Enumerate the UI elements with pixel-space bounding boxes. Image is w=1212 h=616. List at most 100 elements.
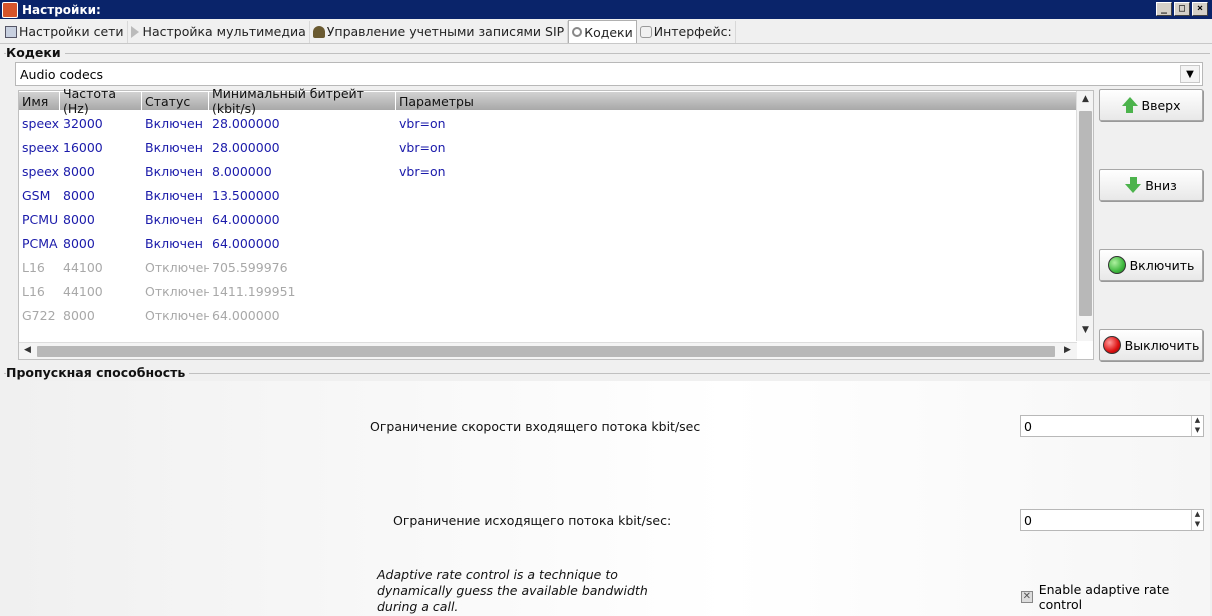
cell-rate: 8000 (63, 187, 95, 203)
cell-bitrate: 64.000000 (212, 235, 280, 251)
move-up-label: Вверх (1141, 97, 1181, 113)
cell-bitrate: 13.500000 (212, 187, 280, 203)
table-header: Имя Частота (Hz) Статус Минимальный битр… (19, 86, 1077, 116)
app-icon (2, 1, 18, 18)
table-row[interactable]: L16 44100 Отключен 1411.199951 (19, 279, 1077, 303)
tab-codecs[interactable]: Кодеки (568, 20, 637, 43)
table-body: speex 32000 Включен 28.000000 vbr=on spe… (19, 111, 1077, 327)
adaptive-rate-note: Adaptive rate control is a technique to … (377, 567, 648, 614)
cell-rate: 16000 (63, 139, 103, 155)
cell-name: G722 (22, 307, 56, 323)
tab-interface[interactable]: Интерфейс: (637, 20, 736, 43)
vertical-scroll-thumb[interactable] (1079, 111, 1092, 316)
network-icon (5, 25, 17, 38)
cell-status: Отключен (145, 283, 209, 299)
cell-rate: 8000 (63, 235, 95, 251)
close-button[interactable]: × (1192, 2, 1208, 16)
column-header-rate[interactable]: Частота (Hz) (60, 86, 142, 116)
codecs-group-line (4, 53, 1210, 54)
red-circle-icon (1102, 336, 1121, 354)
cell-params: vbr=on (399, 139, 446, 155)
table-row[interactable]: PCMU 8000 Включен 64.000000 (19, 207, 1077, 231)
column-header-name[interactable]: Имя (19, 92, 60, 110)
codecs-group-title: Кодеки (6, 45, 65, 60)
interface-icon (639, 25, 652, 38)
codec-type-select[interactable]: Audio codecs ▼ (15, 62, 1203, 86)
column-header-params[interactable]: Параметры (396, 92, 1077, 110)
codecs-table: Имя Частота (Hz) Статус Минимальный битр… (18, 86, 1094, 360)
outgoing-limit-label: Ограничение исходящего потока kbit/sec: (393, 513, 672, 528)
cell-rate: 8000 (63, 211, 95, 227)
outgoing-limit-spinner[interactable]: 0 ▲ ▼ (1020, 509, 1204, 531)
table-row[interactable]: speex 8000 Включен 8.000000 vbr=on (19, 159, 1077, 183)
maximize-button[interactable]: □ (1174, 2, 1190, 16)
column-header-status[interactable]: Статус (142, 92, 209, 110)
outgoing-limit-value: 0 (1024, 512, 1032, 528)
scroll-up-icon[interactable]: ▲ (1077, 94, 1094, 104)
tab-multimedia[interactable]: Настройка мультимедиа (128, 20, 310, 43)
move-down-button[interactable]: Вниз (1099, 169, 1203, 201)
incoming-limit-spinner[interactable]: 0 ▲ ▼ (1020, 415, 1204, 437)
codec-type-value: Audio codecs (20, 66, 104, 82)
tab-network-settings[interactable]: Настройки сети (2, 20, 128, 43)
scroll-right-icon[interactable]: ▶ (1059, 345, 1076, 355)
spinner-buttons[interactable]: ▲ ▼ (1191, 510, 1203, 530)
users-icon (312, 25, 325, 38)
cell-status: Включен (145, 115, 203, 131)
minimize-button[interactable]: _ (1156, 2, 1172, 16)
cell-rate: 32000 (63, 115, 103, 131)
disable-label: Выключить (1124, 337, 1200, 353)
cell-rate: 8000 (63, 307, 95, 323)
spinner-buttons[interactable]: ▲ ▼ (1191, 416, 1203, 436)
cell-name: L16 (22, 283, 45, 299)
tab-bar: Настройки сети Настройка мультимедиа Упр… (0, 20, 1212, 44)
table-row[interactable]: GSM 8000 Включен 13.500000 (19, 183, 1077, 207)
table-row[interactable]: PCMA 8000 Включен 64.000000 (19, 231, 1077, 255)
cell-bitrate: 64.000000 (212, 211, 280, 227)
arrow-down-icon (1125, 177, 1142, 193)
tab-sip-accounts[interactable]: Управление учетными записями SIP (310, 20, 569, 43)
move-up-button[interactable]: Вверх (1099, 89, 1203, 121)
adaptive-rate-toggle[interactable]: ✕ Enable adaptive rate control (1021, 582, 1212, 612)
horizontal-scroll-thumb[interactable] (37, 346, 1055, 357)
column-header-bitrate[interactable]: Минимальный битрейт (kbit/s) (209, 86, 396, 116)
cell-status: Отключен (145, 259, 209, 275)
table-row[interactable]: G722 8000 Отключен 64.000000 (19, 303, 1077, 327)
adaptive-rate-checkbox[interactable]: ✕ (1021, 591, 1033, 603)
cell-params: vbr=on (399, 163, 446, 179)
scroll-left-icon[interactable]: ◀ (19, 345, 36, 355)
cell-status: Включен (145, 211, 203, 227)
incoming-limit-label: Ограничение скорости входящего потока kb… (370, 419, 701, 434)
cell-status: Включен (145, 139, 203, 155)
adaptive-rate-label: Enable adaptive rate control (1038, 582, 1170, 612)
cell-name: speex (22, 139, 60, 155)
cell-rate: 44100 (63, 259, 103, 275)
cell-bitrate: 64.000000 (212, 307, 280, 323)
tab-label: Настройки сети (19, 24, 124, 39)
bandwidth-group-title: Пропускная способность (6, 365, 190, 380)
incoming-limit-value: 0 (1024, 418, 1032, 434)
table-row[interactable]: L16 44100 Отключен 705.599976 (19, 255, 1077, 279)
cell-status: Отключен (145, 307, 209, 323)
cell-rate: 44100 (63, 283, 103, 299)
table-row[interactable]: speex 16000 Включен 28.000000 vbr=on (19, 135, 1077, 159)
arrow-up-icon (1121, 97, 1138, 113)
cell-status: Включен (145, 187, 203, 203)
cell-name: GSM (22, 187, 51, 203)
cell-name: speex (22, 163, 60, 179)
enable-button[interactable]: Включить (1099, 249, 1203, 281)
cell-bitrate: 705.599976 (212, 259, 288, 275)
chevron-down-icon[interactable]: ▼ (1180, 65, 1200, 83)
cell-name: PCMA (22, 235, 58, 251)
cell-status: Включен (145, 235, 203, 251)
tab-label: Кодеки (584, 24, 633, 40)
tab-label: Интерфейс: (653, 24, 732, 39)
cell-bitrate: 8.000000 (212, 163, 272, 179)
enable-label: Включить (1129, 257, 1195, 273)
horizontal-scrollbar[interactable]: ◀ ▶ (19, 342, 1077, 359)
scroll-down-icon[interactable]: ▼ (1077, 325, 1094, 335)
table-row[interactable]: speex 32000 Включен 28.000000 vbr=on (19, 111, 1077, 135)
vertical-scrollbar[interactable]: ▲ ▼ (1076, 91, 1093, 341)
disable-button[interactable]: Выключить (1099, 329, 1203, 361)
cell-bitrate: 28.000000 (212, 115, 280, 131)
